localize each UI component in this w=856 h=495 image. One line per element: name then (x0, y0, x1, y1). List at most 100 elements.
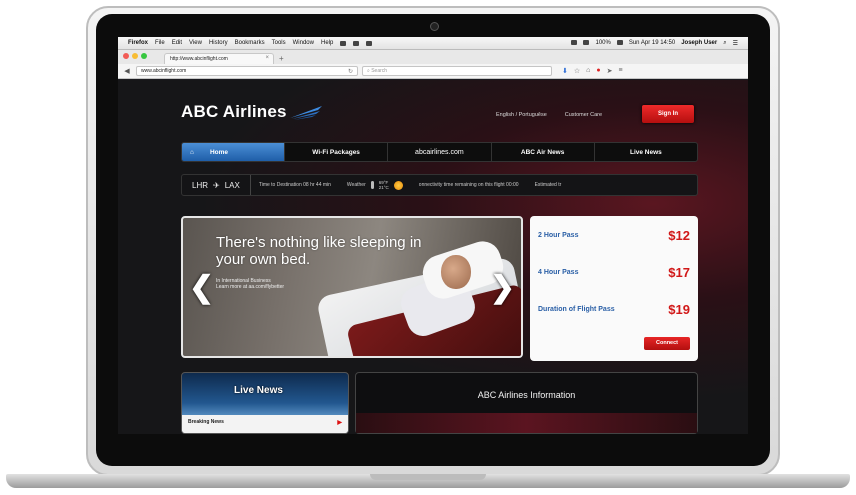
main-nav: ⌂ Home Wi-Fi Packages abcairlines.com AB… (181, 142, 698, 162)
sun-icon (393, 180, 403, 190)
thermometer-icon (370, 181, 374, 189)
chevron-right-icon: ▶ (337, 420, 342, 426)
language-link[interactable]: English / Portuguêse (496, 112, 547, 118)
route-destination: LAX (224, 180, 240, 190)
weather: Weather 69°F 21°C (339, 175, 411, 195)
weather-label: Weather (346, 182, 366, 188)
pass-name: Duration of Flight Pass (538, 306, 615, 313)
hero-carousel[interactable]: There's nothing like sleeping in your ow… (181, 216, 523, 358)
pass-option[interactable]: 4 Hour Pass $17 (538, 265, 690, 280)
status-icon[interactable] (353, 40, 360, 46)
battery-icon[interactable] (616, 39, 623, 45)
clock[interactable]: Sun Apr 19 14:50 (629, 40, 675, 47)
wing-logo-icon (289, 106, 322, 120)
volume-icon[interactable] (583, 39, 590, 45)
pass-option[interactable]: 2 Hour Pass $12 (538, 228, 690, 243)
menu-view[interactable]: View (189, 40, 202, 46)
url-text: www.abcinflight.com (141, 68, 187, 74)
menu-app-name[interactable]: Firefox (128, 40, 148, 46)
screen: Firefox File Edit View History Bookmarks… (118, 37, 748, 434)
back-icon[interactable]: ◀ (122, 67, 132, 75)
minimize-window-button[interactable] (132, 53, 138, 59)
addon-icon[interactable]: ● (596, 67, 600, 75)
laptop-notch (370, 474, 486, 480)
pass-price: $17 (668, 265, 690, 280)
plane-icon: ✈ (213, 180, 220, 190)
share-icon[interactable]: ➤ (607, 67, 613, 75)
window-controls (123, 53, 150, 59)
temperature: 69°F 21°C (379, 180, 389, 190)
carousel-prev-icon[interactable]: ❮ (189, 270, 214, 305)
zoom-window-button[interactable] (141, 53, 147, 59)
home-icon: ⌂ (190, 148, 194, 156)
status-icon[interactable] (340, 40, 347, 46)
nav-abc-air-news[interactable]: ABC Air News (492, 143, 595, 161)
hero-sub-line2: Learn more at aa.com/flybetter (216, 284, 285, 290)
live-news-title: Live News (234, 385, 283, 396)
battery-percent[interactable]: 100% (595, 40, 610, 47)
download-icon[interactable]: ⬇ (562, 67, 568, 75)
notification-icon[interactable]: ☰ (733, 40, 738, 47)
menu-bookmarks[interactable]: Bookmarks (235, 40, 265, 46)
live-news-panel[interactable]: Live News Breaking News ▶ (181, 372, 349, 434)
hero-subtext: In International Business Learn more at … (216, 278, 376, 290)
nav-home[interactable]: ⌂ Home (182, 143, 285, 161)
tab-title: http://www.abcinflight.com (170, 56, 228, 62)
menu-tools[interactable]: Tools (272, 40, 286, 46)
pass-price: $19 (668, 302, 690, 317)
user-name[interactable]: Joseph User (681, 40, 717, 47)
new-tab-icon[interactable]: + (279, 54, 284, 63)
flight-info-bar: LHR ✈ LAX Time to Destination 08 hr 44 m… (181, 174, 698, 196)
carousel-next-icon[interactable]: ❯ (490, 270, 515, 305)
connectivity-time: onnectivity time remaining on this fligh… (418, 182, 519, 188)
nav-live-news[interactable]: Live News (595, 143, 697, 161)
camera-icon (430, 22, 439, 31)
pass-price: $12 (668, 228, 690, 243)
wifi-pass-panel: 2 Hour Pass $12 4 Hour Pass $17 Duration… (530, 216, 698, 361)
bookmark-star-icon[interactable]: ☆ (574, 67, 580, 75)
web-page: ABC Airlines English / Portuguêse Custom… (118, 80, 748, 434)
wifi-icon[interactable] (571, 39, 578, 45)
time-to-destination: Time to Destination 08 hr 44 min (258, 182, 331, 188)
hero-headline: There's nothing like sleeping in your ow… (216, 234, 422, 268)
spotlight-icon[interactable]: ⌕ (723, 40, 726, 47)
breaking-news-label: Breaking News (188, 419, 224, 425)
status-icon[interactable] (366, 40, 373, 46)
customer-care-link[interactable]: Customer Care (565, 112, 602, 118)
menu-file[interactable]: File (155, 40, 165, 46)
pass-name: 4 Hour Pass (538, 269, 579, 276)
search-placeholder: Search (371, 68, 388, 74)
reload-icon[interactable]: ↻ (348, 68, 353, 75)
sign-in-button[interactable]: Sign In (642, 105, 694, 123)
toolbar-icons: ⬇ ☆ ⌂ ● ➤ ≡ (562, 67, 623, 75)
search-input[interactable]: ⌕ Search (362, 66, 552, 76)
breaking-news-item[interactable]: Breaking News ▶ (182, 415, 348, 433)
route-origin: LHR (192, 180, 209, 190)
menu-help[interactable]: Help (321, 40, 333, 46)
menu-edit[interactable]: Edit (172, 40, 182, 46)
brand-name: ABC Airlines (181, 102, 287, 121)
browser-tab[interactable]: http://www.abcinflight.com × (164, 53, 274, 64)
flight-route: LHR ✈ LAX (182, 175, 251, 195)
menu-window[interactable]: Window (293, 40, 314, 46)
airline-info-image (356, 413, 697, 433)
url-bar[interactable]: www.abcinflight.com ↻ (136, 66, 358, 76)
browser-tabbar: http://www.abcinflight.com × + (118, 50, 748, 64)
close-tab-icon[interactable]: × (265, 55, 269, 61)
home-icon[interactable]: ⌂ (586, 67, 590, 75)
pass-option[interactable]: Duration of Flight Pass $19 (538, 302, 690, 317)
nav-abcairlines[interactable]: abcairlines.com (388, 143, 492, 161)
close-window-button[interactable] (123, 53, 129, 59)
browser-navbar: ◀ www.abcinflight.com ↻ ⌕ Search ⬇ ☆ ⌂ ●… (118, 64, 748, 79)
connect-button[interactable]: Connect (644, 337, 690, 350)
temperature-c: 21°C (378, 185, 389, 190)
menu-history[interactable]: History (209, 40, 228, 46)
estimated-time: Estimated tr (534, 182, 562, 188)
nav-wifi-packages[interactable]: Wi-Fi Packages (285, 143, 389, 161)
brand[interactable]: ABC Airlines (181, 102, 322, 122)
os-menubar: Firefox File Edit View History Bookmarks… (118, 37, 748, 50)
airline-info-panel[interactable]: ABC Airlines Information (355, 372, 698, 434)
airline-info-title: ABC Airlines Information (477, 390, 576, 400)
menu-icon[interactable]: ≡ (619, 67, 623, 75)
nav-home-label: Home (209, 148, 228, 156)
